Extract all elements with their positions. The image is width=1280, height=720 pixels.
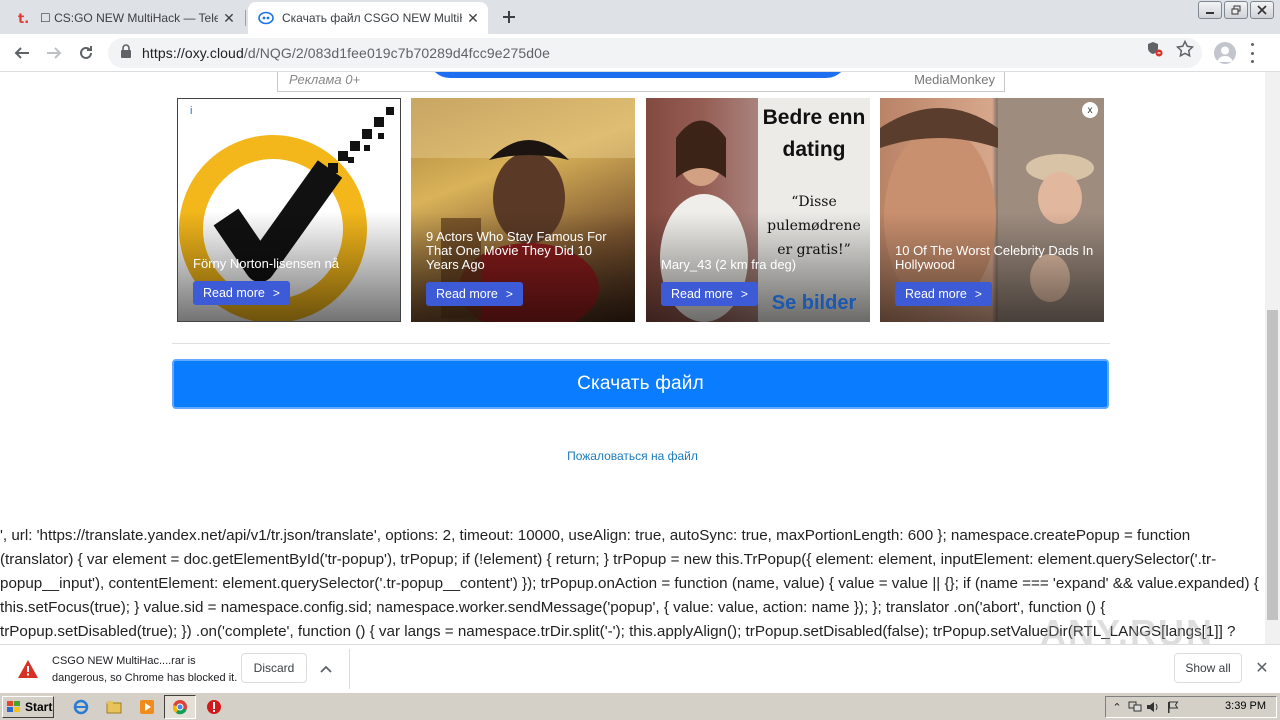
- system-tray: ⌃ 3:39 PM: [1105, 696, 1277, 718]
- oxy-cloud-favicon-icon: [258, 10, 274, 26]
- read-more-label: Read more: [436, 287, 498, 301]
- ad-brand: MediaMonkey: [914, 72, 995, 87]
- new-tab-plus-icon[interactable]: [498, 6, 520, 28]
- download-file-button[interactable]: Скачать файл: [172, 359, 1109, 409]
- show-all-button[interactable]: Show all: [1174, 653, 1242, 683]
- ad-card-celebrity[interactable]: x 10 Of The Worst Celebrity Dads In Holl…: [880, 98, 1104, 322]
- tray-expand-icon[interactable]: ⌃: [1110, 700, 1124, 714]
- complain-link-text[interactable]: Пожаловаться на файл: [567, 449, 698, 463]
- tab-strip: t. ☐ CS:GO NEW MultiHack — Teletype ✕ Ск…: [0, 0, 1280, 34]
- tab-close-icon[interactable]: ✕: [218, 7, 240, 29]
- url-path: /d/NQG/2/083d1fee019c7b70289d4fcc9e275d0…: [243, 45, 550, 61]
- download-warning-line2: dangerous, so Chrome has blocked it.: [52, 672, 238, 684]
- ad-caption: Förny Norton-lisensen nå: [193, 256, 339, 271]
- read-more-button[interactable]: Read more >: [661, 282, 758, 306]
- ad-card-actors[interactable]: 9 Actors Who Stay Famous For That One Mo…: [411, 98, 635, 322]
- download-warning-line1: CSGO NEW MultiHac....rar is: [52, 655, 196, 667]
- address-bar[interactable]: https://oxy.cloud/d/NQG/2/083d1fee019c7b…: [108, 38, 1202, 68]
- discard-button[interactable]: Discard: [241, 653, 307, 683]
- chrome-icon: [171, 698, 189, 716]
- chevron-up-icon[interactable]: [316, 659, 336, 679]
- download-warning-text: CSGO NEW MultiHac....rar is dangerous, s…: [52, 653, 237, 687]
- flag-icon[interactable]: [1166, 700, 1180, 714]
- tab-separator: [245, 10, 246, 26]
- chrome-menu-icon[interactable]: [1248, 43, 1256, 63]
- page-scrollbar[interactable]: [1265, 72, 1280, 644]
- ad-info-icon[interactable]: i: [190, 105, 192, 117]
- forward-arrow-icon[interactable]: [40, 39, 68, 67]
- read-more-label: Read more: [203, 286, 265, 300]
- chevron-right-icon: >: [740, 287, 748, 301]
- bookmark-star-icon[interactable]: [1176, 40, 1194, 58]
- complain-link: Пожаловаться на файл: [0, 449, 1265, 463]
- close-download-bar-icon[interactable]: ✕: [1253, 659, 1271, 677]
- page-content: Реклама 0+ MediaMonkey i Förny Norton-li…: [0, 72, 1265, 644]
- ad-close-icon[interactable]: x: [1082, 102, 1098, 118]
- minimize-icon[interactable]: [1198, 1, 1222, 19]
- back-arrow-icon[interactable]: [8, 39, 36, 67]
- tab-teletype[interactable]: t. ☐ CS:GO NEW MultiHack — Teletype ✕: [8, 2, 244, 34]
- ad-caption: 10 Of The Worst Celebrity Dads In Hollyw…: [895, 243, 1094, 272]
- chevron-right-icon: >: [505, 287, 513, 301]
- read-more-button[interactable]: Read more >: [895, 282, 992, 306]
- svg-text:t.: t.: [18, 12, 29, 25]
- top-ad-blue-shape: [428, 72, 848, 78]
- window-controls: [1198, 0, 1274, 19]
- tab-title: ☐ CS:GO NEW MultiHack — Teletype: [40, 11, 218, 25]
- read-more-label: Read more: [905, 287, 967, 301]
- clock: 3:39 PM: [1225, 700, 1266, 712]
- lock-icon[interactable]: [120, 43, 132, 63]
- internet-explorer-icon[interactable]: [72, 698, 90, 716]
- warning-icon: [17, 659, 39, 679]
- chevron-right-icon: >: [974, 287, 982, 301]
- read-more-button[interactable]: Read more >: [426, 282, 523, 306]
- windows-logo-icon: [7, 701, 20, 712]
- volume-icon[interactable]: [1146, 700, 1160, 714]
- blocked-content-icon[interactable]: [1146, 40, 1164, 58]
- ad-card-norton[interactable]: i Förny Norton-lisensen nå Read more >: [177, 98, 401, 322]
- download-bar: CSGO NEW MultiHac....rar is dangerous, s…: [0, 644, 1280, 692]
- close-window-icon[interactable]: [1250, 1, 1274, 19]
- start-button[interactable]: Start: [2, 696, 54, 718]
- reload-icon[interactable]: [72, 39, 100, 67]
- tab-title: Скачать файл CSGO NEW MultiHack: [282, 11, 462, 25]
- scrollbar-thumb[interactable]: [1267, 310, 1278, 620]
- read-more-label: Read more: [671, 287, 733, 301]
- teletype-favicon-icon: t.: [16, 10, 32, 26]
- top-ad-banner[interactable]: Реклама 0+ MediaMonkey: [277, 72, 1005, 92]
- restore-icon[interactable]: [1224, 1, 1248, 19]
- start-label: Start: [25, 700, 53, 714]
- download-separator: [349, 649, 350, 689]
- divider: [172, 343, 1110, 344]
- profile-avatar-icon[interactable]: [1214, 42, 1236, 64]
- url-host: https://oxy.cloud: [142, 45, 244, 61]
- url-text: https://oxy.cloud/d/NQG/2/083d1fee019c7b…: [142, 45, 550, 61]
- ad-card-dating[interactable]: Bedre enn dating “Disse pulemødrene er g…: [646, 98, 870, 322]
- ad-caption: Mary_43 (2 km fra deg): [661, 257, 797, 272]
- dating-headline: Bedre enn dating: [762, 106, 866, 161]
- taskbar: Start ⌃ 3:39 PM: [0, 692, 1280, 720]
- tab-close-icon[interactable]: ✕: [462, 7, 484, 29]
- ad-caption: 9 Actors Who Stay Famous For That One Mo…: [426, 229, 607, 272]
- network-icon[interactable]: [1128, 700, 1142, 714]
- dating-cta: Se bilder: [771, 292, 857, 314]
- chevron-right-icon: >: [272, 286, 280, 300]
- ad-label: Реклама 0+: [289, 72, 361, 87]
- read-more-button[interactable]: Read more >: [193, 281, 290, 305]
- stop-sign-icon[interactable]: [205, 698, 223, 716]
- media-player-icon[interactable]: [138, 698, 156, 716]
- folder-icon[interactable]: [105, 698, 123, 716]
- tab-oxy-cloud[interactable]: Скачать файл CSGO NEW MultiHack ✕: [248, 2, 488, 34]
- browser-toolbar: https://oxy.cloud/d/NQG/2/083d1fee019c7b…: [0, 34, 1280, 72]
